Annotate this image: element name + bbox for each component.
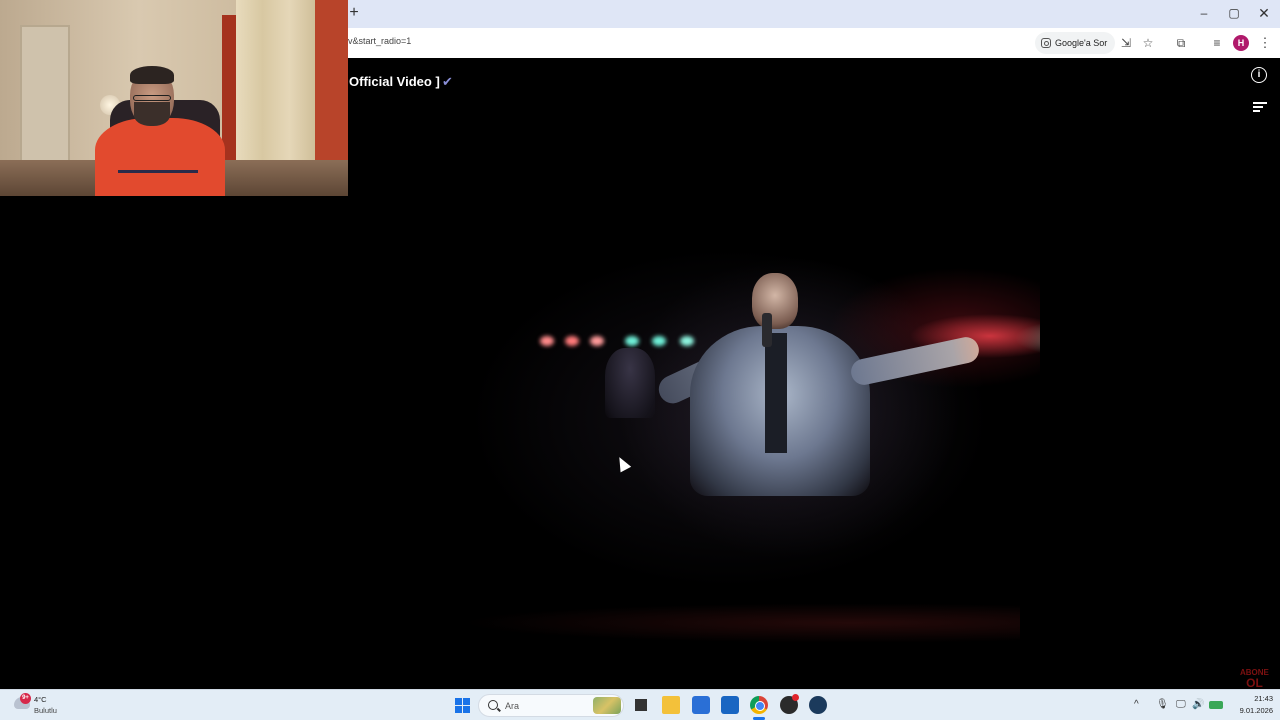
recording-indicator xyxy=(792,694,799,701)
video-title[interactable]: Official Video ] xyxy=(349,74,440,89)
webcam-overlay xyxy=(0,0,348,196)
profile-avatar[interactable]: H xyxy=(1233,35,1249,51)
close-button[interactable]: ✕ xyxy=(1249,2,1279,24)
lens-icon xyxy=(1041,38,1051,48)
stage-floor xyxy=(460,603,1020,643)
verified-checkmark-icon: ✔ xyxy=(442,74,453,89)
clock-time[interactable]: 21:43 xyxy=(1237,694,1273,703)
windows-start-icon[interactable] xyxy=(455,698,470,713)
google-lens-button[interactable]: Google'a Sor xyxy=(1035,32,1116,54)
screen: Official Video ] ✔ i + – ▢ ✕ v&start_rad… xyxy=(0,0,1280,720)
search-icon xyxy=(488,700,498,710)
maximize-button[interactable]: ▢ xyxy=(1219,2,1249,24)
weather-condition[interactable]: Bulutlu xyxy=(34,706,57,715)
info-icon[interactable]: i xyxy=(1251,67,1267,83)
streamer-shirt-stripe xyxy=(118,170,198,173)
network-icon[interactable]: 🖵 xyxy=(1176,698,1186,712)
google-lens-label: Google'a Sor xyxy=(1055,38,1108,48)
new-tab-button[interactable]: + xyxy=(347,4,361,22)
chrome-icon[interactable] xyxy=(750,696,768,714)
microsoft-store-icon[interactable] xyxy=(692,696,710,714)
minimize-button[interactable]: – xyxy=(1189,2,1219,24)
streamer-hair xyxy=(130,66,174,84)
clock-date[interactable]: 9.01.2026 xyxy=(1227,706,1273,715)
streamer-glasses xyxy=(133,95,171,101)
queue-icon[interactable] xyxy=(1253,102,1267,114)
background-musician xyxy=(605,348,655,418)
battery-icon[interactable] xyxy=(1209,701,1223,709)
singer-shirt xyxy=(765,333,787,453)
volume-icon[interactable]: 🔊 xyxy=(1192,698,1204,712)
media-controls-icon[interactable]: ≡ xyxy=(1208,34,1226,52)
stage-light-teal xyxy=(652,336,666,346)
taskbar-search-box[interactable]: Ara xyxy=(478,694,624,717)
stage-light-teal xyxy=(680,336,694,346)
search-highlight-image xyxy=(593,697,621,714)
bookmark-star-icon[interactable]: ☆ xyxy=(1139,34,1157,52)
outlook-icon[interactable] xyxy=(721,696,739,714)
microphone-icon[interactable]: 🎙 xyxy=(1156,698,1169,712)
file-explorer-icon[interactable] xyxy=(662,696,680,714)
address-bar[interactable]: v&start_radio=1 xyxy=(348,36,411,46)
stage-light-red xyxy=(590,336,604,346)
stage-light-red xyxy=(540,336,554,346)
stage-light-red xyxy=(565,336,579,346)
search-placeholder: Ara xyxy=(505,701,520,711)
steam-icon[interactable] xyxy=(809,696,827,714)
stage-light-teal xyxy=(625,336,639,346)
abone-ol-watermark: ABONE OL xyxy=(1240,668,1269,690)
microphone xyxy=(762,313,772,347)
show-hidden-icons-chevron-icon[interactable]: ^ xyxy=(1134,698,1139,712)
streamer-shirt xyxy=(95,118,225,196)
more-menu-icon[interactable]: ⋮ xyxy=(1256,34,1274,52)
task-view-icon[interactable] xyxy=(632,696,650,714)
streamer-beard xyxy=(134,102,170,126)
install-app-icon[interactable]: ⇲ xyxy=(1117,34,1135,52)
webcam-door xyxy=(20,25,70,165)
watermark-bottom: OL xyxy=(1246,676,1263,690)
notification-badge: 9+ xyxy=(20,693,31,704)
singer-head xyxy=(752,273,798,329)
windows-taskbar: 9+ 4°C Bulutlu Ara ^ 🎙 🖵 🔊 21:43 9.01.20… xyxy=(0,689,1280,720)
weather-temperature[interactable]: 4°C xyxy=(34,695,47,704)
extensions-icon[interactable]: ⧉ xyxy=(1172,34,1190,52)
